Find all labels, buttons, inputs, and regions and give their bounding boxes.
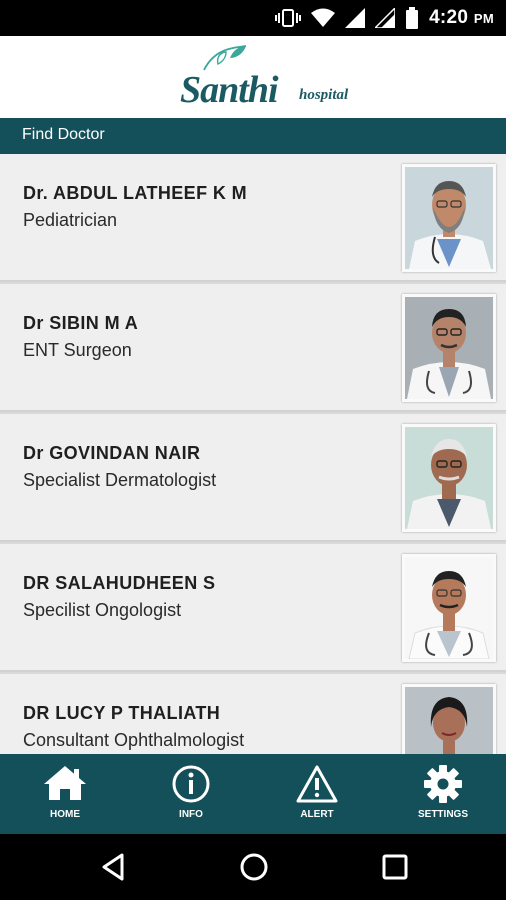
doctor-photo xyxy=(402,164,496,272)
nav-alert[interactable]: ALERT xyxy=(254,754,380,834)
page-title: Find Doctor xyxy=(22,126,105,143)
doctor-card[interactable]: Dr SIBIN M A ENT Surgeon xyxy=(0,284,506,412)
battery-icon xyxy=(406,7,419,29)
nav-alert-label: ALERT xyxy=(300,809,334,820)
wifi-icon xyxy=(311,8,336,27)
doctor-card[interactable]: DR SALAHUDHEEN S Specilist Ongologist xyxy=(0,544,506,672)
bottom-nav: HOME INFO ALERT SETTINGS xyxy=(0,754,506,834)
doctor-card[interactable]: Dr. ABDUL LATHEEF K M Pediatrician xyxy=(0,154,506,282)
doctor-name: DR SALAHUDHEEN S xyxy=(23,573,216,593)
app-header: Santhi hospital xyxy=(0,36,506,118)
doctor-name: Dr GOVINDAN NAIR xyxy=(23,443,201,463)
status-time: 4:20 PM xyxy=(429,7,494,28)
vibrate-icon xyxy=(275,9,302,27)
section-bar: Find Doctor xyxy=(0,118,506,154)
home-button-icon[interactable] xyxy=(236,849,272,885)
doctor-card[interactable]: Dr GOVINDAN NAIR Specialist Dermatologis… xyxy=(0,414,506,542)
doctor-name: Dr. ABDUL LATHEEF K M xyxy=(23,183,248,203)
status-bar: 4:20 PM xyxy=(0,0,506,36)
doctor-specialty: Consultant Ophthalmologist xyxy=(23,730,245,750)
home-icon xyxy=(44,766,86,800)
doctor-list[interactable]: Dr. ABDUL LATHEEF K M Pediatrician Dr SI… xyxy=(0,154,506,754)
recents-icon[interactable] xyxy=(377,849,413,885)
alert-icon xyxy=(296,765,338,803)
android-nav-bar xyxy=(0,834,506,900)
nav-info[interactable]: INFO xyxy=(128,754,254,834)
hospital-logo: Santhi hospital xyxy=(180,44,365,111)
settings-icon xyxy=(424,765,462,803)
status-icons: 4:20 PM xyxy=(275,6,494,30)
doctor-photo xyxy=(402,424,496,532)
doctor-photo xyxy=(402,294,496,402)
doctor-specialty: Specilist Ongologist xyxy=(23,600,182,620)
signal-icon xyxy=(345,8,366,28)
doctor-specialty: Specialist Dermatologist xyxy=(23,470,217,490)
info-icon xyxy=(172,765,210,803)
doctor-photo xyxy=(402,684,496,754)
doctor-name: DR LUCY P THALIATH xyxy=(23,703,221,723)
doctor-name: Dr SIBIN M A xyxy=(23,313,139,333)
doctor-specialty: Pediatrician xyxy=(23,210,118,230)
doctor-specialty: ENT Surgeon xyxy=(23,340,132,360)
nav-home[interactable]: HOME xyxy=(2,754,128,834)
nav-settings[interactable]: SETTINGS xyxy=(380,754,506,834)
nav-home-label: HOME xyxy=(50,809,80,820)
back-icon[interactable] xyxy=(96,849,132,885)
signal-2-icon xyxy=(375,8,396,28)
nav-info-label: INFO xyxy=(179,809,203,820)
logo-subtitle: hospital xyxy=(299,87,349,103)
doctor-photo xyxy=(402,554,496,662)
logo-wordmark: Santhi xyxy=(180,69,279,111)
nav-settings-label: SETTINGS xyxy=(417,809,468,820)
doctor-card[interactable]: DR LUCY P THALIATH Consultant Ophthalmol… xyxy=(0,674,506,754)
